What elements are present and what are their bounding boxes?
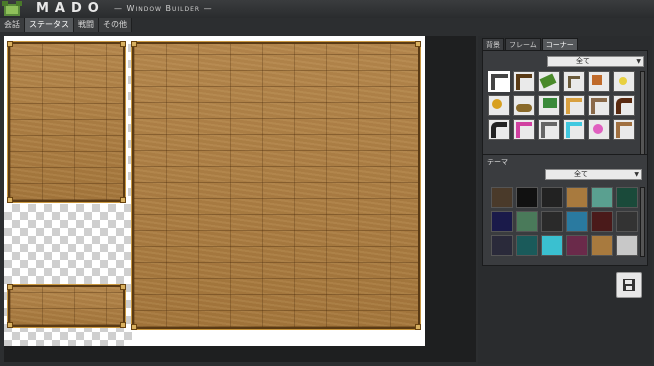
app-title: MADO bbox=[36, 1, 105, 16]
theme-thumb[interactable] bbox=[516, 211, 538, 232]
theme-thumb[interactable] bbox=[616, 187, 638, 208]
window-panel-main[interactable] bbox=[131, 41, 421, 330]
window-panel-left-bottom[interactable] bbox=[7, 284, 126, 328]
window-panel-left-top[interactable] bbox=[7, 41, 126, 203]
corner-thumb[interactable] bbox=[538, 119, 560, 140]
chevron-down-icon: ▼ bbox=[636, 58, 641, 65]
theme-thumb[interactable] bbox=[591, 187, 613, 208]
corner-thumb[interactable] bbox=[488, 71, 510, 92]
tab-battle[interactable]: 戦闘 bbox=[74, 18, 99, 32]
app-subtitle: — Window Builder — bbox=[114, 4, 213, 13]
theme-thumb[interactable] bbox=[566, 187, 588, 208]
corner-thumb[interactable] bbox=[588, 71, 610, 92]
theme-thumb[interactable] bbox=[516, 187, 538, 208]
corner-ornament bbox=[120, 284, 126, 290]
corner-filter-value: 全て bbox=[576, 57, 590, 65]
corner-thumb[interactable] bbox=[513, 95, 535, 116]
preview-canvas[interactable] bbox=[4, 36, 425, 346]
theme-thumb[interactable] bbox=[616, 211, 638, 232]
theme-filter-select[interactable]: 全て ▼ bbox=[545, 169, 642, 180]
theme-grid bbox=[491, 187, 638, 256]
tab-status[interactable]: ステータス bbox=[25, 18, 74, 32]
corner-thumb[interactable] bbox=[513, 119, 535, 140]
corner-thumb[interactable] bbox=[538, 95, 560, 116]
corner-ornament bbox=[131, 41, 137, 47]
theme-thumb[interactable] bbox=[541, 211, 563, 232]
chevron-down-icon: ▼ bbox=[634, 171, 639, 178]
corner-grid bbox=[488, 71, 635, 140]
theme-box: テーマ 全て ▼ bbox=[482, 154, 648, 266]
corner-thumb[interactable] bbox=[613, 71, 635, 92]
main-tabs: 会話 ステータス 戦闘 その他 bbox=[0, 18, 132, 32]
theme-thumb[interactable] bbox=[566, 211, 588, 232]
corner-ornament bbox=[131, 324, 137, 330]
theme-thumb[interactable] bbox=[591, 211, 613, 232]
corner-thumb[interactable] bbox=[488, 119, 510, 140]
logo-icon bbox=[2, 1, 22, 16]
theme-thumb[interactable] bbox=[541, 235, 563, 256]
corner-ornament bbox=[7, 284, 13, 290]
theme-thumb[interactable] bbox=[566, 235, 588, 256]
tab-conversation[interactable]: 会話 bbox=[0, 18, 25, 32]
corner-thumb[interactable] bbox=[613, 119, 635, 140]
corner-thumb[interactable] bbox=[563, 71, 585, 92]
corner-ornament bbox=[120, 41, 126, 47]
corner-thumb[interactable] bbox=[538, 71, 560, 92]
corner-thumb[interactable] bbox=[513, 71, 535, 92]
corner-thumb[interactable] bbox=[588, 119, 610, 140]
theme-thumb[interactable] bbox=[591, 235, 613, 256]
corner-ornament bbox=[7, 197, 13, 203]
corner-filter-select[interactable]: 全て ▼ bbox=[547, 56, 644, 67]
corner-scrollbar[interactable] bbox=[640, 71, 645, 161]
corner-thumb[interactable] bbox=[588, 95, 610, 116]
floppy-disk-icon bbox=[623, 279, 635, 291]
title-bar: MADO — Window Builder — bbox=[0, 0, 654, 18]
theme-thumb[interactable] bbox=[491, 235, 513, 256]
tab-other[interactable]: その他 bbox=[99, 18, 132, 32]
theme-label: テーマ bbox=[487, 158, 508, 166]
theme-thumb[interactable] bbox=[491, 211, 513, 232]
corner-thumb[interactable] bbox=[488, 95, 510, 116]
theme-thumb[interactable] bbox=[516, 235, 538, 256]
right-panel: 背景 フレーム コーナー 全て ▼ テーマ 全て ▼ bbox=[478, 36, 652, 364]
theme-filter-value: 全て bbox=[574, 170, 588, 178]
corner-ornament bbox=[415, 41, 421, 47]
corner-ornament bbox=[415, 324, 421, 330]
corner-ornament bbox=[120, 197, 126, 203]
theme-thumb[interactable] bbox=[616, 235, 638, 256]
theme-scrollbar[interactable] bbox=[640, 187, 645, 257]
corner-ornament bbox=[7, 322, 13, 328]
theme-thumb[interactable] bbox=[541, 187, 563, 208]
save-button[interactable] bbox=[616, 272, 642, 298]
corner-thumb[interactable] bbox=[563, 95, 585, 116]
corner-thumb[interactable] bbox=[613, 95, 635, 116]
canvas-area bbox=[4, 36, 476, 362]
app-window: MADO — Window Builder — 会話 ステータス 戦闘 その他 bbox=[0, 0, 654, 366]
theme-thumb[interactable] bbox=[491, 187, 513, 208]
corner-thumb[interactable] bbox=[563, 119, 585, 140]
corner-ornament bbox=[120, 322, 126, 328]
corner-ornament bbox=[7, 41, 13, 47]
